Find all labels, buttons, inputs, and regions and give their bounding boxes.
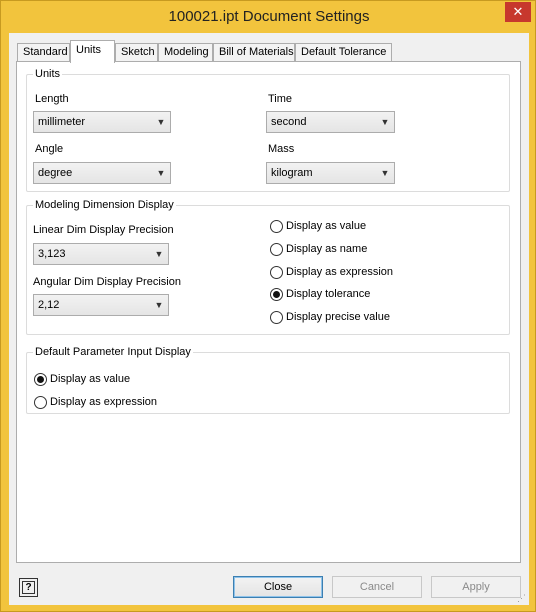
length-select[interactable]: millimeter ▼ xyxy=(33,111,171,133)
dim-display-tolerance-radio[interactable]: Display tolerance xyxy=(270,288,450,302)
radio-label: Display as expression xyxy=(286,266,393,278)
parameter-input-group: Default Parameter Input Display Display … xyxy=(26,346,510,414)
dim-display-as-name-radio[interactable]: Display as name xyxy=(270,243,450,257)
units-tab-page: Units Length millimeter ▼ Time second ▼ … xyxy=(16,61,521,563)
radio-label: Display as value xyxy=(50,373,131,385)
angular-precision-value: 2,12 xyxy=(38,299,60,311)
window-title: 100021.ipt Document Settings xyxy=(168,8,370,25)
units-group-legend: Units xyxy=(33,68,63,81)
radio-dot-selected xyxy=(270,288,283,301)
param-display-as-value-radio[interactable]: Display as value xyxy=(34,373,214,387)
dialog-client: Standard Units Sketch Modeling Bill of M… xyxy=(9,33,529,605)
radio-label: Display tolerance xyxy=(286,288,371,300)
linear-precision-label: Linear Dim Display Precision xyxy=(33,224,174,236)
time-select[interactable]: second ▼ xyxy=(266,111,395,133)
radio-dot xyxy=(270,220,283,233)
chevron-down-icon: ▼ xyxy=(380,117,390,127)
close-button[interactable]: Close xyxy=(233,576,323,598)
radio-label: Display as value xyxy=(286,220,367,232)
time-select-value: second xyxy=(271,116,307,128)
angular-precision-select[interactable]: 2,12 ▼ xyxy=(33,294,169,316)
mass-select-value: kilogram xyxy=(271,167,313,179)
close-icon[interactable]: ✕ xyxy=(505,2,531,22)
tab-bill-of-materials[interactable]: Bill of Materials xyxy=(213,43,295,62)
chevron-down-icon: ▼ xyxy=(154,249,164,259)
help-button[interactable]: ? xyxy=(19,578,38,597)
radio-dot xyxy=(270,311,283,324)
linear-precision-select[interactable]: 3,123 ▼ xyxy=(33,243,169,265)
angle-select-value: degree xyxy=(38,167,73,179)
apply-button[interactable]: Apply xyxy=(431,576,521,598)
radio-dot xyxy=(34,396,47,409)
radio-dot xyxy=(270,243,283,256)
time-label: Time xyxy=(268,93,293,105)
angle-select[interactable]: degree ▼ xyxy=(33,162,171,184)
cancel-button[interactable]: Cancel xyxy=(332,576,422,598)
parameter-input-legend: Default Parameter Input Display xyxy=(33,346,193,359)
mass-select[interactable]: kilogram ▼ xyxy=(266,162,395,184)
chevron-down-icon: ▼ xyxy=(380,168,390,178)
chevron-down-icon: ▼ xyxy=(156,117,166,127)
tab-modeling[interactable]: Modeling xyxy=(158,43,213,62)
tab-units[interactable]: Units xyxy=(70,40,115,63)
modeling-dimension-legend: Modeling Dimension Display xyxy=(33,199,176,212)
radio-label: Display precise value xyxy=(286,311,390,323)
tab-standard[interactable]: Standard xyxy=(17,43,70,62)
linear-precision-value: 3,123 xyxy=(38,248,66,260)
chevron-down-icon: ▼ xyxy=(156,168,166,178)
radio-dot-selected xyxy=(34,373,47,386)
dim-display-precise-value-radio[interactable]: Display precise value xyxy=(270,311,450,325)
radio-label: Display as expression xyxy=(50,396,157,408)
angular-precision-label: Angular Dim Display Precision xyxy=(33,276,181,288)
tab-sketch[interactable]: Sketch xyxy=(115,43,158,62)
length-label: Length xyxy=(35,93,69,105)
radio-dot xyxy=(270,266,283,279)
angle-label: Angle xyxy=(35,143,64,155)
tab-default-tolerance[interactable]: Default Tolerance xyxy=(295,43,392,62)
title-bar[interactable]: 100021.ipt Document Settings ✕ xyxy=(1,1,536,33)
mass-label: Mass xyxy=(268,143,295,155)
resize-grip-icon[interactable]: ⋰ xyxy=(517,593,527,603)
dim-display-as-value-radio[interactable]: Display as value xyxy=(270,220,450,234)
radio-label: Display as name xyxy=(286,243,368,255)
dim-display-as-expression-radio[interactable]: Display as expression xyxy=(270,266,450,280)
chevron-down-icon: ▼ xyxy=(154,300,164,310)
dialog-window: 100021.ipt Document Settings ✕ Standard … xyxy=(0,0,536,612)
param-display-as-expression-radio[interactable]: Display as expression xyxy=(34,396,214,410)
modeling-dimension-group: Modeling Dimension Display Linear Dim Di… xyxy=(26,199,510,335)
length-select-value: millimeter xyxy=(38,116,86,128)
help-icon: ? xyxy=(22,581,35,594)
units-group: Units Length millimeter ▼ Time second ▼ … xyxy=(26,68,510,192)
